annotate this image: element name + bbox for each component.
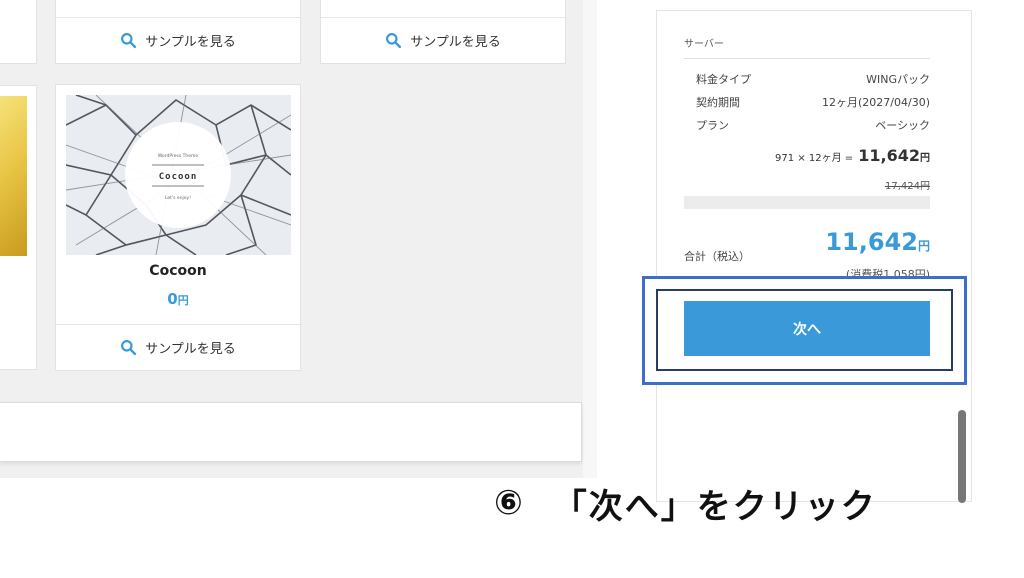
row-value: ベーシック [875, 119, 930, 132]
instruction-caption: ⑥ 「次へ」をクリック [494, 478, 954, 528]
price-value: 0 [167, 290, 178, 308]
calc-total: 11,642 [858, 146, 920, 165]
theme-card-top-right: サンプルを見る [320, 0, 566, 64]
row-label: プラン [696, 119, 729, 132]
view-sample-button[interactable]: サンプルを見る [56, 17, 300, 63]
row-value: 12ヶ月(2027/04/30) [822, 96, 930, 109]
theme-name: Cocoon [149, 263, 207, 279]
row-value: WINGパック [866, 73, 930, 86]
bottom-panel [0, 402, 582, 462]
row-label: 契約期間 [696, 96, 740, 109]
image-title: Cocoon [159, 172, 198, 182]
view-sample-button[interactable]: サンプルを見る [56, 324, 300, 370]
search-icon [121, 33, 137, 49]
price-calculation: 971 × 12ヶ月 = 11,642円 [740, 146, 930, 165]
theme-card-top-middle: サンプルを見る [55, 0, 301, 64]
search-icon [121, 340, 137, 356]
section-divider-band [684, 196, 930, 209]
price-unit: 円 [177, 294, 189, 307]
calc-unit: 円 [920, 153, 930, 164]
row-label: 料金タイプ [696, 73, 751, 86]
search-icon [386, 33, 402, 49]
calc-prefix: 971 × 12ヶ月 = [775, 153, 854, 164]
total-label: 合計（税込） [684, 250, 750, 263]
instruction-text: 「次へ」をクリック [552, 486, 877, 527]
theme-price: 0円 [56, 290, 300, 308]
original-price: 17,424円 [885, 181, 930, 192]
section-title: サーバー [684, 39, 724, 50]
total-price: 11,642円 [790, 228, 930, 256]
theme-card-cocoon: WordPress Theme Cocoon Let's enjoy! Coco… [55, 84, 301, 371]
gutter [583, 0, 597, 478]
view-sample-button[interactable]: サンプルを見る [321, 17, 565, 63]
total-value: 11,642 [825, 228, 918, 256]
theme-thumbnail-cocoon[interactable]: WordPress Theme Cocoon Let's enjoy! [66, 95, 291, 255]
view-sample-label: サンプルを見る [145, 35, 236, 50]
image-caption-small: WordPress Theme [158, 153, 199, 159]
image-tagline: Let's enjoy! [165, 195, 191, 201]
view-sample-label: サンプルを見る [410, 35, 501, 50]
total-unit: 円 [917, 239, 930, 253]
network-illustration: WordPress Theme Cocoon Let's enjoy! [66, 95, 291, 255]
theme-card-partial-left-top [0, 0, 37, 64]
view-sample-label: サンプルを見る [145, 342, 236, 357]
theme-thumbnail[interactable] [0, 96, 27, 256]
step-number: ⑥ [494, 483, 525, 523]
scrollbar-thumb[interactable] [958, 410, 966, 503]
theme-card-partial-left [0, 85, 37, 370]
next-button[interactable]: 次へ [684, 301, 930, 356]
divider [684, 58, 930, 59]
